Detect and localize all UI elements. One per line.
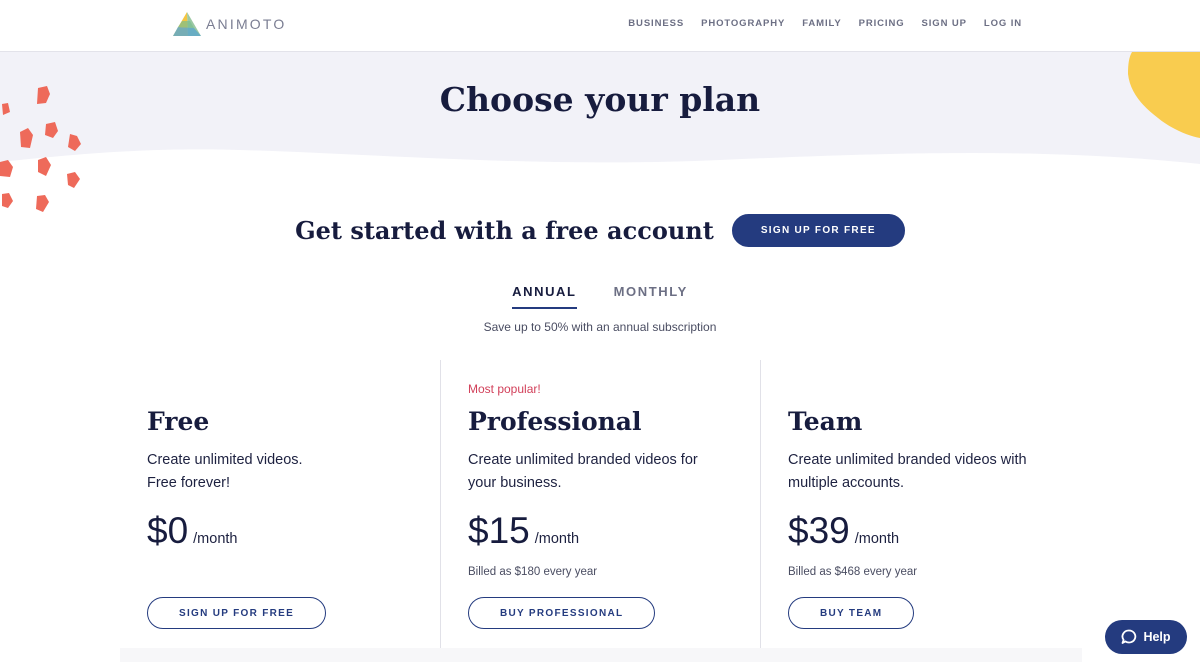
buy-team-button[interactable]: BUY TEAM	[788, 597, 915, 629]
plan-description: Create unlimited branded videos with mul…	[788, 449, 1058, 495]
price-amount: $15	[468, 510, 530, 551]
help-label: Help	[1143, 630, 1171, 644]
price-unit: /month	[534, 531, 580, 547]
page-title: Choose your plan	[439, 80, 761, 119]
plan-card-team: Team Create unlimited branded videos wit…	[760, 360, 1083, 662]
nav-sign-up[interactable]: SIGN UP	[922, 18, 967, 29]
plan-description: Create unlimited videos. Free forever!	[147, 449, 417, 495]
tab-annual[interactable]: ANNUAL	[512, 284, 577, 309]
pricing-plans: Free Create unlimited videos. Free forev…	[120, 360, 1082, 662]
logo-wordmark: ANIMOTO	[206, 16, 287, 32]
plan-card-professional: Most popular! Professional Create unlimi…	[440, 360, 760, 662]
nav-pricing[interactable]: PRICING	[859, 18, 905, 29]
animoto-logo-icon	[173, 12, 201, 36]
plan-card-free: Free Create unlimited videos. Free forev…	[120, 360, 440, 662]
plan-description-line: Create unlimited branded videos for	[468, 452, 698, 468]
plan-description: Create unlimited branded videos for your…	[468, 449, 738, 495]
billing-note: Billed as $468 every year	[788, 566, 918, 578]
billing-note: Billed as $180 every year	[468, 566, 598, 578]
price-unit: /month	[854, 531, 900, 547]
nav-log-in[interactable]: LOG IN	[984, 18, 1022, 29]
tab-monthly[interactable]: MONTHLY	[614, 284, 688, 309]
animoto-logo[interactable]: ANIMOTO	[172, 11, 286, 37]
plan-description-line: Free forever!	[147, 475, 230, 491]
plan-name: Team	[788, 407, 863, 436]
plan-price: $0 /month	[147, 510, 238, 552]
free-account-heading: Get started with a free account	[295, 216, 714, 245]
nav-family[interactable]: FAMILY	[802, 18, 841, 29]
main-nav: BUSINESS PHOTOGRAPHY FAMILY PRICING SIGN…	[628, 18, 1022, 29]
price-unit: /month	[193, 531, 238, 547]
billing-period-toggle: ANNUAL MONTHLY	[0, 284, 1200, 309]
nav-photography[interactable]: PHOTOGRAPHY	[701, 18, 785, 29]
plan-price: $39 /month	[788, 510, 899, 552]
most-popular-badge: Most popular!	[468, 382, 541, 396]
plan-description-line: multiple accounts.	[788, 475, 905, 491]
plans-footer-strip	[120, 648, 1082, 662]
plan-description-line: Create unlimited videos.	[147, 452, 303, 468]
sign-up-for-free-plan-button[interactable]: SIGN UP FOR FREE	[147, 597, 327, 629]
nav-business[interactable]: BUSINESS	[628, 18, 684, 29]
plan-price: $15 /month	[468, 510, 579, 552]
price-amount: $0	[147, 510, 189, 551]
plan-description-line: your business.	[468, 475, 562, 491]
top-navigation-bar: ANIMOTO BUSINESS PHOTOGRAPHY FAMILY PRIC…	[0, 0, 1200, 52]
help-button[interactable]: Help	[1105, 620, 1187, 654]
chat-bubble-icon	[1122, 629, 1137, 644]
plan-name: Professional	[468, 407, 642, 436]
plan-description-line: Create unlimited branded videos with	[788, 452, 1027, 468]
price-amount: $39	[788, 510, 850, 551]
free-account-cta: Get started with a free account SIGN UP …	[0, 214, 1200, 247]
buy-professional-button[interactable]: BUY PROFESSIONAL	[468, 597, 656, 629]
plan-name: Free	[147, 407, 210, 436]
annual-savings-note: Save up to 50% with an annual subscripti…	[483, 320, 717, 334]
sign-up-for-free-button[interactable]: SIGN UP FOR FREE	[731, 214, 905, 247]
